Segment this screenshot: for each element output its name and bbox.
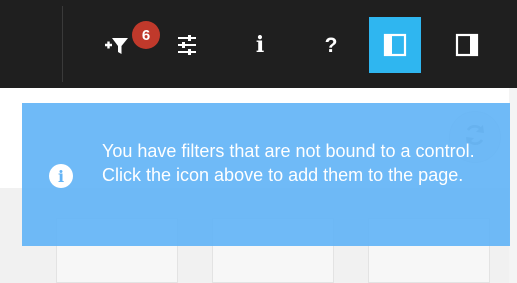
toolbar-divider: [62, 6, 63, 82]
right-panel-icon: [455, 33, 479, 57]
scrollbar-track[interactable]: [509, 88, 517, 283]
help-button[interactable]: ?: [305, 17, 357, 73]
filter-count-badge: 6: [132, 21, 160, 49]
notice-message: You have filters that are not bound to a…: [102, 141, 475, 185]
sliders-icon: [176, 34, 198, 56]
left-panel-icon: [383, 33, 407, 57]
info-button[interactable]: i: [234, 17, 286, 73]
add-filter-icon: [102, 33, 130, 57]
info-icon: i: [255, 32, 265, 58]
help-icon: ?: [324, 33, 338, 57]
filter-settings-button[interactable]: [161, 17, 213, 73]
right-panel-toggle-button[interactable]: [441, 17, 493, 73]
top-toolbar: 6 i ?: [0, 0, 517, 88]
info-circle-icon: i: [49, 164, 73, 188]
unbound-filters-notice: i You have filters that are not bound to…: [22, 103, 510, 246]
left-panel-toggle-button[interactable]: [369, 17, 421, 73]
